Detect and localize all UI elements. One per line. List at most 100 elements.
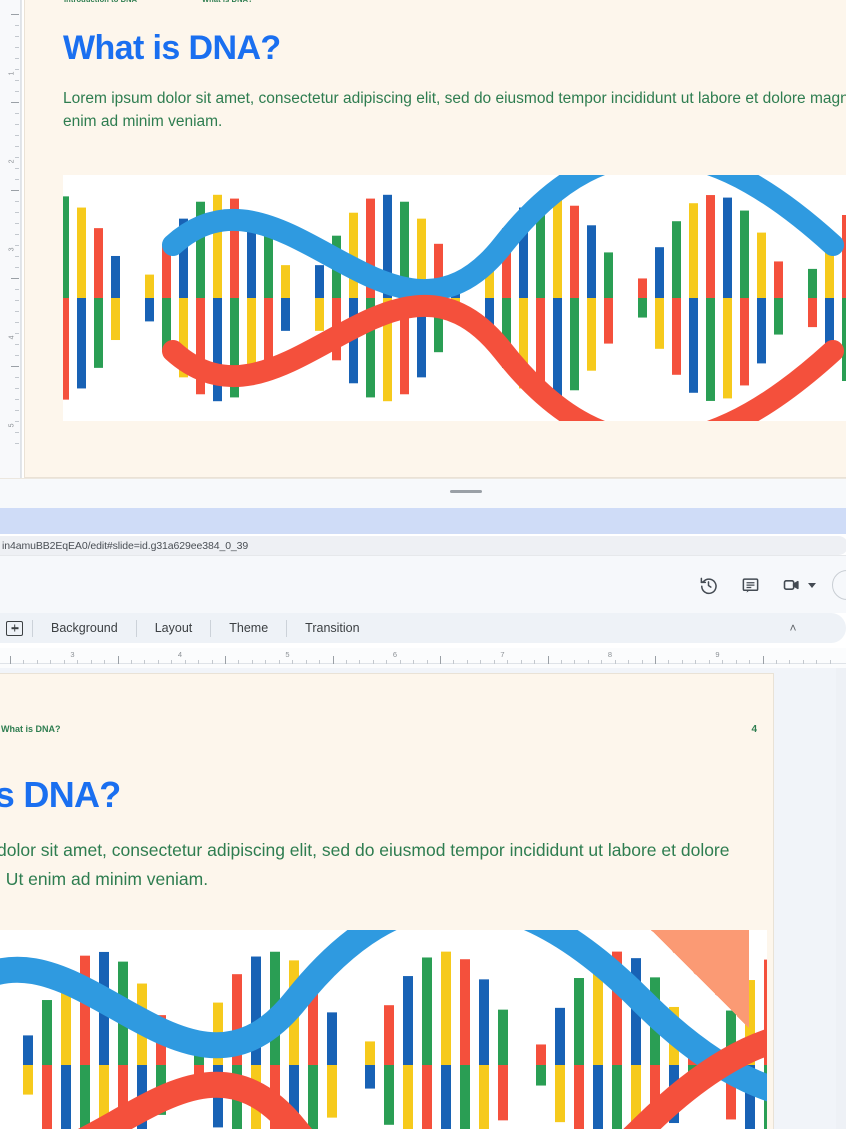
slide-title-editor[interactable]: What is DNA? bbox=[0, 774, 121, 816]
dna-rung bbox=[63, 298, 69, 400]
slide-nav-tab-0[interactable]: Introduction to DNA bbox=[64, 0, 137, 4]
dna-rung bbox=[422, 957, 432, 1065]
ruler-tick bbox=[15, 300, 19, 301]
ruler-tick bbox=[574, 660, 576, 664]
toolbar-item-transition[interactable]: Transition bbox=[296, 621, 368, 635]
browser-tab-strip[interactable] bbox=[0, 508, 846, 534]
ruler-tick bbox=[560, 660, 562, 664]
vertical-ruler[interactable]: 1 2 3 4 5 bbox=[0, 0, 22, 478]
splitter-grip[interactable] bbox=[450, 490, 482, 493]
ruler-tick bbox=[251, 660, 253, 664]
ruler-tick bbox=[130, 660, 132, 664]
ruler-tick bbox=[23, 660, 25, 664]
add-slide-icon[interactable] bbox=[6, 620, 23, 636]
comment-icon[interactable] bbox=[737, 572, 763, 598]
chevron-down-icon[interactable] bbox=[808, 582, 816, 588]
slide-body-text-editor[interactable]: Lorem ipsum dolor sit amet, consectetur … bbox=[0, 836, 771, 894]
canvas-vertical-scrollbar[interactable] bbox=[836, 668, 846, 1129]
dna-rung bbox=[689, 298, 698, 393]
present-icon[interactable] bbox=[779, 572, 805, 598]
toolbar-divider bbox=[286, 619, 288, 637]
ruler-tick bbox=[15, 223, 19, 224]
slide-nav-tab-1-editor[interactable]: What is DNA? bbox=[1, 724, 61, 734]
ruler-tick bbox=[15, 124, 19, 125]
dna-rung bbox=[365, 1041, 375, 1065]
horizontal-ruler[interactable]: 3 4 5 6 7 8 9 bbox=[0, 648, 846, 668]
ruler-tick bbox=[117, 656, 119, 664]
dna-rung bbox=[77, 207, 86, 298]
dna-rung bbox=[441, 1065, 451, 1129]
ruler-tick bbox=[775, 660, 777, 664]
ruler-tick bbox=[184, 660, 186, 664]
dna-rung bbox=[327, 1012, 337, 1065]
ruler-tick bbox=[15, 421, 19, 422]
share-button[interactable]: S bbox=[832, 570, 846, 600]
ruler-label: 6 bbox=[392, 650, 398, 659]
ruler-tick bbox=[668, 660, 670, 664]
dna-rung bbox=[757, 232, 766, 298]
ruler-tick bbox=[15, 377, 19, 378]
ruler-tick bbox=[15, 47, 19, 48]
slide-image-frame[interactable] bbox=[63, 175, 846, 421]
toolbar-item-layout[interactable]: Layout bbox=[146, 621, 202, 635]
dna-rung bbox=[555, 1007, 565, 1065]
slide-preview-surface: Introduction to DNA What is DNA? What is… bbox=[24, 0, 846, 478]
toolbar-collapse-icon[interactable]: ˄ bbox=[786, 621, 800, 635]
dna-rung bbox=[842, 214, 846, 298]
ruler-tick bbox=[10, 656, 11, 664]
dna-rung bbox=[479, 1065, 489, 1129]
toolbar-item-background[interactable]: Background bbox=[42, 621, 127, 635]
ruler-tick bbox=[493, 660, 495, 664]
ruler-tick bbox=[15, 432, 19, 433]
ruler-tick bbox=[225, 656, 226, 664]
dna-rung bbox=[145, 298, 154, 322]
dna-rung bbox=[723, 197, 732, 298]
dna-rung bbox=[774, 261, 783, 298]
toolbar-divider bbox=[32, 619, 33, 637]
slide-body-text[interactable]: Lorem ipsum dolor sit amet, consectetur … bbox=[63, 87, 846, 133]
ruler-label: 1 bbox=[8, 71, 16, 76]
ruler-tick bbox=[641, 660, 643, 664]
ruler-tick bbox=[453, 660, 455, 664]
ruler-tick bbox=[15, 69, 19, 70]
ruler-tick bbox=[426, 660, 428, 664]
slide-editor-surface[interactable]: Introduction to DNA What is DNA? 4 What … bbox=[0, 673, 774, 1129]
accent-triangle-editor bbox=[651, 930, 749, 1028]
ruler-tick bbox=[15, 388, 19, 389]
ruler-tick bbox=[15, 322, 19, 323]
ruler-tick bbox=[601, 660, 603, 664]
toolbar-divider bbox=[135, 619, 137, 637]
present-button[interactable] bbox=[779, 572, 816, 598]
dna-rung bbox=[111, 298, 120, 341]
slide-nav-tab-1[interactable]: What is DNA? bbox=[202, 0, 253, 4]
toolbar-item-theme[interactable]: Theme bbox=[220, 621, 277, 635]
url-input[interactable]: in4amuBB2EqEA0/edit#slide=id.g31a629ee38… bbox=[0, 536, 846, 555]
ruler-tick bbox=[507, 660, 509, 664]
horizontal-ruler-line bbox=[0, 663, 846, 664]
dna-rung bbox=[604, 298, 613, 344]
ruler-tick bbox=[50, 660, 52, 664]
slide-image-frame-editor[interactable] bbox=[0, 930, 767, 1129]
dna-rung bbox=[460, 1065, 470, 1129]
dna-rung bbox=[384, 1005, 394, 1065]
dna-rung bbox=[94, 298, 103, 368]
ruler-tick bbox=[359, 660, 361, 664]
screenshot-root: 1 2 3 4 5 Introduction to DNA What is DNA? W… bbox=[0, 0, 846, 1129]
ruler-tick bbox=[15, 135, 19, 136]
dna-rung bbox=[145, 274, 154, 298]
app-header: S bbox=[0, 556, 846, 613]
slide-title[interactable]: What is DNA? bbox=[63, 29, 281, 68]
ruler-label: 2 bbox=[8, 159, 16, 164]
dna-rung bbox=[479, 979, 489, 1065]
ruler-tick bbox=[211, 660, 213, 664]
ruler-tick bbox=[63, 660, 65, 664]
ruler-tick bbox=[15, 245, 19, 246]
version-history-icon[interactable] bbox=[695, 572, 721, 598]
ruler-tick bbox=[15, 80, 19, 81]
dna-rung bbox=[111, 255, 120, 298]
ruler-tick bbox=[15, 289, 19, 290]
ruler-label: 9 bbox=[715, 650, 720, 659]
slides-secondary-toolbar: Background Layout Theme Transition ˄ bbox=[0, 613, 846, 643]
browser-url-bar[interactable]: in4amuBB2EqEA0/edit#slide=id.g31a629ee38… bbox=[0, 534, 846, 556]
dna-rung bbox=[570, 205, 579, 298]
